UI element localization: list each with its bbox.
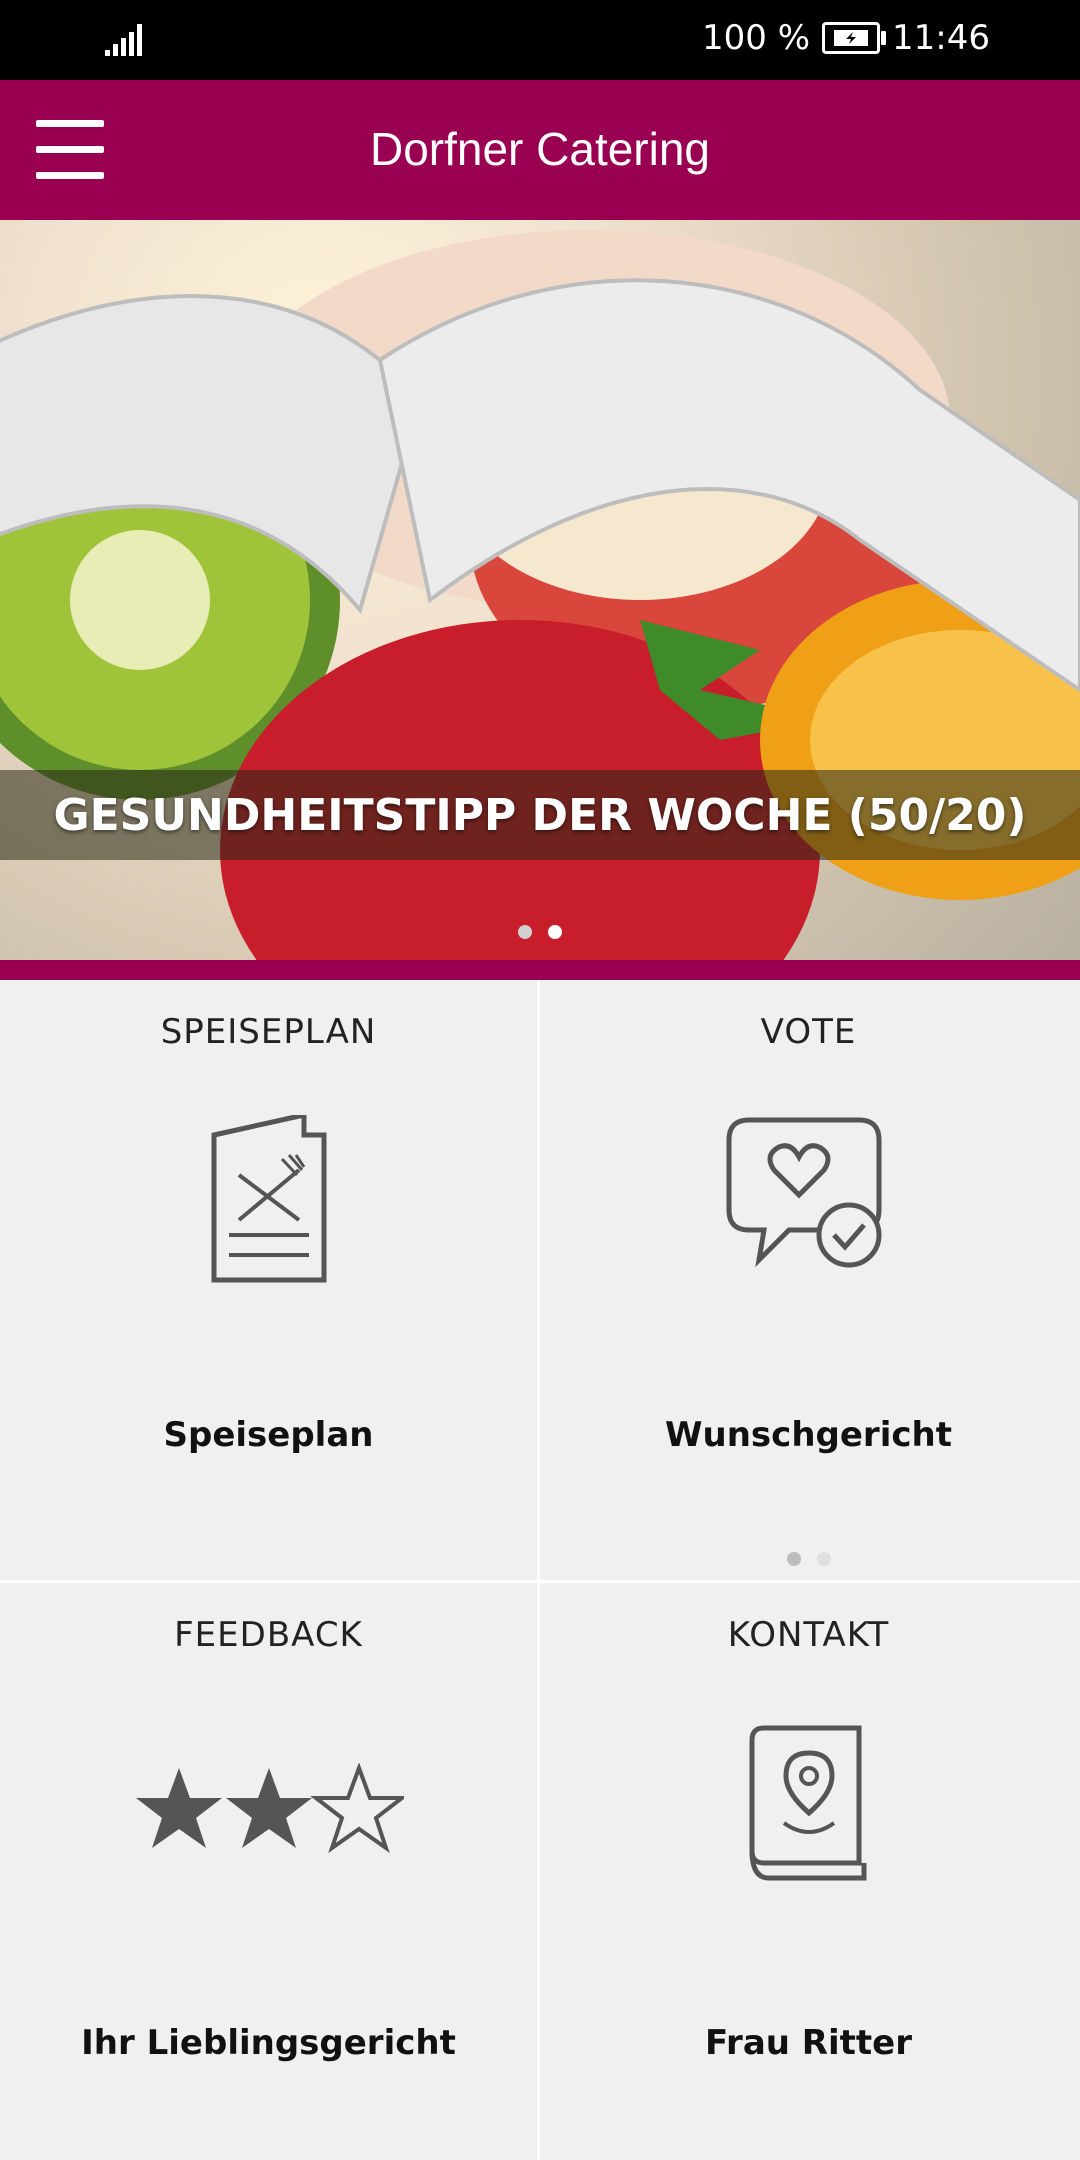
tile-subtitle: Speiseplan <box>163 1415 374 1455</box>
app-title: Dorfner Catering <box>369 123 711 175</box>
tile-title: KONTAKT <box>727 1615 890 1655</box>
hero-pagination <box>0 925 1080 939</box>
hero-caption: GESUNDHEITSTIPP DER WOCHE (50/20) <box>0 770 1080 860</box>
tile-title: SPEISEPLAN <box>160 1012 377 1052</box>
tile-pagination <box>540 1552 1077 1566</box>
tile-subtitle: Wunschgericht <box>665 1415 952 1455</box>
signal-icon <box>105 24 142 56</box>
menu-card-icon <box>211 1115 326 1283</box>
battery-icon <box>822 22 887 54</box>
contact-book-icon <box>749 1725 866 1881</box>
pagination-dot[interactable] <box>518 925 532 939</box>
battery-percentage: 100 % <box>702 18 811 58</box>
app-bar: Dorfner Catering <box>0 80 1080 220</box>
tile-subtitle: Ihr Lieblingsgericht <box>81 2023 456 2063</box>
clock: 11:46 <box>892 18 990 58</box>
hero-bottom-strip <box>0 960 1080 980</box>
tile-title: VOTE <box>760 1012 857 1052</box>
tile-vote[interactable]: VOTE Wunschgericht <box>540 980 1077 1580</box>
pagination-dot-active[interactable] <box>786 1552 801 1566</box>
tile-feedback[interactable]: FEEDBACK Ihr Lieblingsgericht <box>0 1583 537 2160</box>
pagination-dot-active[interactable] <box>548 925 562 939</box>
tile-title: FEEDBACK <box>174 1615 363 1655</box>
tile-speiseplan[interactable]: SPEISEPLAN Speiseplan <box>0 980 537 1580</box>
tile-subtitle: Frau Ritter <box>705 2023 912 2063</box>
pagination-dot[interactable] <box>816 1552 831 1566</box>
star-rating-icon <box>135 1763 404 1853</box>
heart-check-bubble-icon <box>726 1117 881 1268</box>
tile-kontakt[interactable]: KONTAKT Frau Ritter <box>540 1583 1077 2160</box>
hero-carousel[interactable]: GESUNDHEITSTIPP DER WOCHE (50/20) <box>0 220 1080 960</box>
status-bar: 100 % 11:46 <box>0 0 1080 80</box>
